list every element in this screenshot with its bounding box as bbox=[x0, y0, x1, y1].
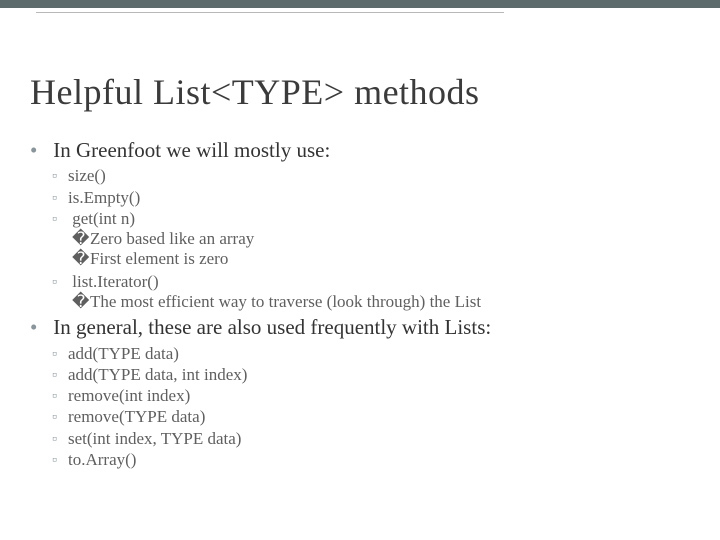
top-border bbox=[0, 0, 720, 8]
method-iterator-text: list.Iterator() bbox=[72, 272, 158, 291]
method-remove-data: remove(TYPE data) bbox=[68, 406, 690, 427]
method-iterator-notes: The most efficient way to traverse (look… bbox=[68, 292, 690, 312]
note-first-zero: First element is zero bbox=[90, 249, 690, 269]
bullet-greenfoot-text: In Greenfoot we will mostly use: bbox=[53, 138, 330, 162]
greenfoot-methods: size() is.Empty() get(int n) Zero based … bbox=[48, 165, 690, 312]
method-get: get(int n) Zero based like an array Firs… bbox=[68, 208, 690, 270]
general-methods: add(TYPE data) add(TYPE data, int index)… bbox=[48, 343, 690, 471]
note-efficient-traverse: The most efficient way to traverse (look… bbox=[90, 292, 690, 312]
note-zero-based: Zero based like an array bbox=[90, 229, 690, 249]
method-iterator: list.Iterator() The most efficient way t… bbox=[68, 271, 690, 313]
slide-title: Helpful List<TYPE> methods bbox=[30, 71, 690, 113]
method-get-notes: Zero based like an array First element i… bbox=[68, 229, 690, 270]
slide-content: Helpful List<TYPE> methods In Greenfoot … bbox=[0, 71, 720, 470]
method-get-text: get(int n) bbox=[72, 209, 135, 228]
method-isempty: is.Empty() bbox=[68, 187, 690, 208]
method-size: size() bbox=[68, 165, 690, 186]
method-add-index: add(TYPE data, int index) bbox=[68, 364, 690, 385]
bullet-list: In Greenfoot we will mostly use: size() … bbox=[30, 137, 690, 470]
method-add: add(TYPE data) bbox=[68, 343, 690, 364]
bullet-general: In general, these are also used frequent… bbox=[48, 314, 690, 470]
method-set: set(int index, TYPE data) bbox=[68, 428, 690, 449]
method-toarray: to.Array() bbox=[68, 449, 690, 470]
top-rule bbox=[36, 12, 504, 13]
method-remove-index: remove(int index) bbox=[68, 385, 690, 406]
bullet-general-text: In general, these are also used frequent… bbox=[53, 315, 491, 339]
bullet-greenfoot: In Greenfoot we will mostly use: size() … bbox=[48, 137, 690, 312]
